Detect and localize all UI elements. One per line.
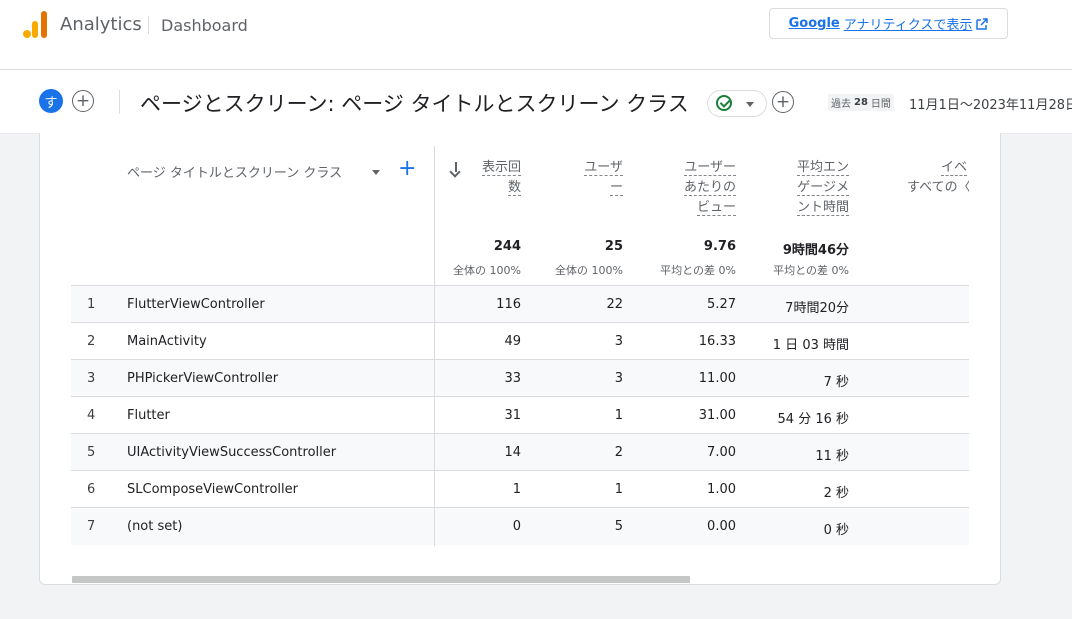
row-index: 7 — [87, 519, 96, 534]
range-days: 28 — [854, 97, 868, 108]
row-index: 6 — [87, 482, 96, 497]
row-views-per-user: 1.00 — [707, 482, 736, 497]
column-divider — [434, 146, 435, 546]
report-header: す + ページとスクリーン: ページ タイトルとスクリーン クラス + 過去 2… — [0, 70, 1072, 134]
add-comparison-icon[interactable]: + — [772, 91, 794, 113]
range-prefix: 過去 — [831, 99, 851, 110]
row-users: 22 — [606, 297, 623, 312]
add-comparison-icon[interactable]: + — [72, 90, 94, 112]
row-name: SLComposeViewController — [127, 482, 298, 497]
table-row[interactable]: 4 Flutter 31 1 31.00 54 分 16 秒 — [71, 397, 969, 434]
app-name: Analytics — [60, 14, 142, 35]
row-users: 1 — [614, 482, 623, 497]
sort-descending-icon[interactable] — [450, 162, 462, 176]
row-avg-engagement: 2 秒 — [823, 486, 849, 501]
row-views: 1 — [512, 482, 521, 497]
total-views-per-user-sub: 平均との差 0% — [660, 264, 736, 277]
app-bar: Analytics Dashboard Google アナリティクスで表示 — [0, 0, 1072, 70]
row-users: 3 — [614, 334, 623, 349]
row-index: 3 — [87, 371, 96, 386]
row-name: PHPickerViewController — [127, 371, 279, 386]
divider — [148, 16, 149, 34]
table-row[interactable]: 3 PHPickerViewController 33 3 11.00 7 秒 — [71, 360, 969, 397]
row-views: 0 — [512, 519, 521, 534]
row-name: Flutter — [127, 408, 170, 423]
scrollbar-thumb[interactable] — [72, 576, 690, 583]
chevron-down-icon[interactable] — [372, 170, 380, 175]
row-index: 1 — [87, 297, 96, 312]
table-header: ページ タイトルとスクリーン クラス + 表示回 数 ユーザ ー ユーザー あた… — [71, 146, 969, 286]
dimension-header[interactable]: ページ タイトルとスクリーン クラス — [127, 162, 342, 181]
row-views-per-user: 0.00 — [707, 519, 736, 534]
row-views: 116 — [496, 297, 521, 312]
avatar[interactable]: す — [39, 89, 63, 113]
row-users: 5 — [614, 519, 623, 534]
total-users: 25 — [604, 239, 623, 254]
row-views-per-user: 31.00 — [698, 408, 736, 423]
metric-header-views[interactable]: 表示回 数 — [481, 158, 521, 198]
total-users-sub: 全体の 100% — [555, 264, 623, 277]
add-dimension-icon[interactable]: + — [398, 158, 416, 180]
row-avg-engagement: 11 秒 — [815, 449, 849, 464]
metric-header-events[interactable]: イベ すべての〈 — [907, 158, 969, 198]
metric-header-views-per-user[interactable]: ユーザー あたりの ビュー — [683, 158, 736, 218]
page-title: ページとスクリーン: ページ タイトルとスクリーン クラス — [140, 92, 689, 116]
row-index: 2 — [87, 334, 96, 349]
total-views-sub: 全体の 100% — [453, 264, 521, 277]
date-range-chip[interactable]: 過去 28 日間 — [828, 94, 894, 111]
table-row[interactable]: 6 SLComposeViewController 1 1 1.00 2 秒 — [71, 471, 969, 508]
total-views: 244 — [493, 239, 521, 254]
analytics-logo-icon[interactable] — [23, 11, 49, 38]
total-views-per-user: 9.76 — [703, 239, 736, 254]
open-ga-label: アナリティクスで表示 — [843, 18, 973, 33]
row-index: 4 — [87, 408, 96, 423]
row-index: 5 — [87, 445, 96, 460]
table-row[interactable]: 5 UIActivityViewSuccessController 14 2 7… — [71, 434, 969, 471]
table-row[interactable]: 2 MainActivity 49 3 16.33 1 日 03 時間 — [71, 323, 969, 360]
divider — [119, 90, 120, 114]
row-views: 14 — [504, 445, 521, 460]
total-avg-engagement: 9時間46分 — [782, 243, 849, 258]
row-name: UIActivityViewSuccessController — [127, 445, 337, 460]
row-name: (not set) — [127, 519, 183, 534]
date-range-text[interactable]: 11月1日〜2023年11月28日 — [909, 94, 1072, 113]
row-avg-engagement: 1 日 03 時間 — [772, 338, 849, 353]
table-row[interactable]: 1 FlutterViewController 116 22 5.27 7時間2… — [71, 286, 969, 323]
row-views-per-user: 16.33 — [698, 334, 736, 349]
row-avg-engagement: 54 分 16 秒 — [777, 412, 849, 427]
chevron-down-icon — [746, 102, 754, 107]
row-views: 33 — [504, 371, 521, 386]
row-name: MainActivity — [127, 334, 207, 349]
row-views-per-user: 5.27 — [707, 297, 736, 312]
row-users: 2 — [614, 445, 623, 460]
row-name: FlutterViewController — [127, 297, 265, 312]
table-row[interactable]: 7 (not set) 0 5 0.00 0 秒 — [71, 508, 969, 545]
metric-header-users[interactable]: ユーザ ー — [584, 158, 623, 198]
row-views: 31 — [504, 408, 521, 423]
row-users: 1 — [614, 408, 623, 423]
row-avg-engagement: 7時間20分 — [785, 301, 849, 316]
open-in-google-analytics-button[interactable]: Google アナリティクスで表示 — [769, 8, 1008, 39]
row-views-per-user: 11.00 — [698, 371, 736, 386]
external-link-icon — [976, 17, 989, 30]
report-status-dropdown[interactable] — [707, 90, 767, 117]
app-section: Dashboard — [161, 16, 248, 35]
total-avg-engagement-sub: 平均との差 0% — [773, 264, 849, 277]
row-views: 49 — [504, 334, 521, 349]
range-unit: 日間 — [870, 99, 891, 110]
row-avg-engagement: 7 秒 — [823, 375, 849, 390]
check-circle-icon — [716, 95, 732, 111]
row-avg-engagement: 0 秒 — [823, 523, 849, 538]
data-table: ページ タイトルとスクリーン クラス + 表示回 数 ユーザ ー ユーザー あた… — [71, 146, 969, 546]
row-users: 3 — [614, 371, 623, 386]
metric-header-avg-engagement[interactable]: 平均エン ゲージメ ント時間 — [796, 158, 849, 218]
row-views-per-user: 7.00 — [707, 445, 736, 460]
google-brand-text: Google — [788, 16, 840, 31]
